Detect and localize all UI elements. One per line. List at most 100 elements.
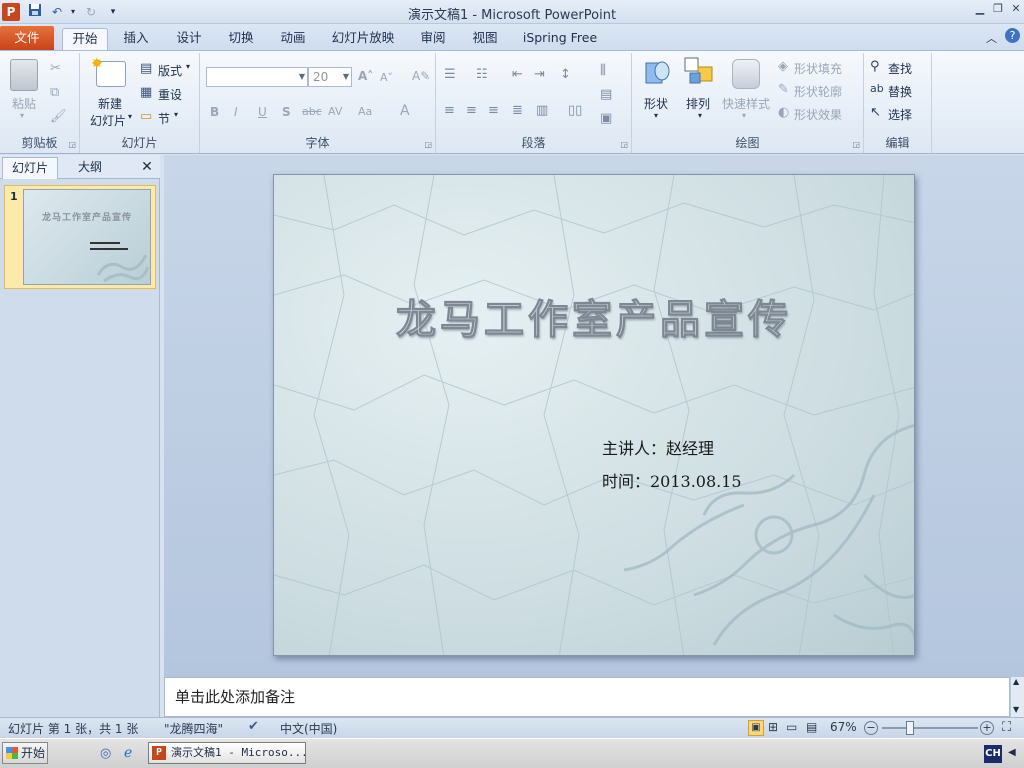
tab-transitions[interactable]: 切换 (220, 28, 262, 50)
align-text-icon[interactable]: ▤ (600, 87, 612, 102)
italic-button[interactable]: I (234, 105, 238, 119)
minimize-button[interactable]: ▁ (972, 2, 988, 18)
clear-formatting-icon[interactable]: A✎ (412, 69, 430, 83)
fit-to-window-icon[interactable]: ⛶ (1002, 720, 1011, 735)
slide-title[interactable]: 龙马工作室产品宣传 (274, 287, 914, 345)
tab-design[interactable]: 设计 (168, 28, 210, 50)
start-button[interactable]: 开始 (2, 742, 48, 764)
tray-expand-icon[interactable]: ◀ (1008, 747, 1016, 758)
font-name-combo[interactable]: ▼ (206, 67, 308, 87)
slide-canvas[interactable]: 龙马工作室产品宣传 主讲人：赵经理 时间：2013.08.15 (273, 174, 915, 656)
section-icon[interactable]: ▭ (140, 109, 152, 124)
ie-icon[interactable]: ℯ (124, 745, 132, 761)
slide-sorter-icon[interactable]: ⊞ (768, 720, 778, 734)
tab-outline-panel[interactable]: 大纲 (62, 157, 118, 179)
slide-count-status[interactable]: 幻灯片 第 1 张，共 1 张 (8, 720, 138, 737)
slide-thumbnail-item[interactable]: 1 龙马工作室产品宣传 (4, 185, 156, 289)
clipboard-launcher-icon[interactable]: ◲ (68, 140, 76, 149)
numbering-icon[interactable]: ☷ (476, 67, 488, 82)
columns-icon[interactable]: ▯▯ (568, 103, 582, 118)
paste-icon[interactable] (10, 59, 38, 91)
tab-review[interactable]: 审阅 (412, 28, 454, 50)
shape-outline-button[interactable]: 形状轮廓 (794, 83, 842, 100)
shape-effects-icon[interactable]: ◐ (778, 105, 789, 120)
zoom-level[interactable]: 67% (830, 720, 857, 734)
scroll-up-icon[interactable]: ▲ (1013, 677, 1019, 686)
close-panel-icon[interactable]: ✕ (138, 157, 156, 179)
change-case-button[interactable]: Aa (358, 105, 372, 118)
find-button[interactable]: 查找 (888, 60, 912, 77)
paste-dropdown-icon[interactable]: ▾ (20, 111, 24, 120)
theme-status[interactable]: "龙腾四海" (164, 720, 223, 737)
align-left-icon[interactable]: ≡ (444, 103, 455, 118)
language-status[interactable]: 中文(中国) (280, 720, 337, 737)
text-direction-icon[interactable]: ⫼ (600, 63, 606, 78)
paste-button[interactable]: 粘贴 (12, 95, 36, 112)
notes-pane[interactable]: 单击此处添加备注 (164, 677, 1010, 717)
zoom-out-icon[interactable]: − (864, 721, 878, 735)
decrease-indent-icon[interactable]: ⇤ (512, 67, 523, 82)
align-center-icon[interactable]: ≡ (466, 103, 477, 118)
find-icon[interactable]: ⚲ (870, 59, 880, 74)
grow-font-icon[interactable]: A˄ (358, 69, 373, 83)
quick-styles-button[interactable]: 快速样式 (722, 95, 770, 112)
format-painter-icon[interactable]: 🖌 (50, 109, 67, 124)
zoom-slider-track[interactable] (882, 727, 978, 729)
select-icon[interactable]: ↖ (870, 105, 881, 120)
distribute-icon[interactable]: ▥ (536, 103, 548, 118)
font-color-button[interactable]: A (400, 103, 410, 119)
align-right-icon[interactable]: ≡ (488, 103, 499, 118)
smartart-icon[interactable]: ▣ (600, 111, 612, 126)
new-slide-icon[interactable]: ✸ (91, 56, 126, 87)
tab-insert[interactable]: 插入 (116, 28, 156, 50)
quicklaunch-browser-icon[interactable]: ◎ (100, 746, 111, 761)
tab-slideshow[interactable]: 幻灯片放映 (326, 28, 400, 50)
drawing-launcher-icon[interactable]: ◲ (852, 140, 860, 149)
quick-styles-dropdown-icon[interactable]: ▾ (742, 111, 746, 120)
input-language-indicator[interactable]: CH (984, 745, 1002, 763)
tab-file[interactable]: 文件 (0, 26, 54, 50)
slide-thumbnail[interactable]: 龙马工作室产品宣传 (23, 189, 151, 285)
slideshow-view-icon[interactable]: ▤ (806, 720, 817, 734)
reset-icon[interactable]: ▦ (140, 85, 152, 100)
font-launcher-icon[interactable]: ◲ (424, 140, 432, 149)
quick-styles-icon[interactable] (732, 59, 760, 89)
section-dropdown-icon[interactable]: ▾ (174, 110, 178, 119)
line-spacing-icon[interactable]: ↕ (560, 67, 571, 82)
font-size-arrow-icon[interactable]: ▼ (343, 68, 349, 86)
underline-button[interactable]: U (258, 105, 267, 119)
tab-ispring[interactable]: iSpring Free (518, 28, 602, 50)
text-shadow-button[interactable]: S (282, 105, 291, 119)
reset-button[interactable]: 重设 (158, 86, 182, 103)
layout-button[interactable]: 版式 (158, 62, 182, 79)
new-slide-dropdown[interactable]: 幻灯片 (90, 112, 126, 129)
justify-icon[interactable]: ≣ (512, 103, 523, 118)
reading-view-icon[interactable]: ▭ (786, 720, 797, 734)
select-button[interactable]: 选择 (888, 106, 912, 123)
notes-scrollbar[interactable]: ▲ ▼ (1010, 677, 1024, 717)
new-slide-arrow-icon[interactable]: ▾ (128, 112, 132, 121)
tab-slides-panel[interactable]: 幻灯片 (2, 157, 58, 179)
arrange-button[interactable]: 排列 (686, 95, 710, 112)
close-button[interactable]: ✕ (1008, 2, 1024, 18)
date-text[interactable]: 时间：2013.08.15 (602, 468, 742, 492)
paragraph-launcher-icon[interactable]: ◲ (620, 140, 628, 149)
scroll-down-icon[interactable]: ▼ (1013, 705, 1019, 714)
normal-view-icon[interactable]: ▣ (748, 720, 764, 736)
font-size-combo[interactable]: 20 ▼ (308, 67, 352, 87)
help-icon[interactable]: ? (1005, 28, 1020, 43)
spellcheck-icon[interactable]: ✔ (248, 719, 259, 734)
shape-effects-button[interactable]: 形状效果 (794, 106, 842, 123)
char-spacing-button[interactable]: AV (328, 105, 342, 118)
replace-icon[interactable]: ab (870, 82, 884, 95)
strikethrough-button[interactable]: abc (302, 105, 322, 118)
tab-home[interactable]: 开始 (62, 28, 108, 50)
zoom-in-icon[interactable]: + (980, 721, 994, 735)
section-button[interactable]: 节 (158, 110, 170, 127)
copy-icon[interactable]: ⧉ (50, 85, 59, 100)
shapes-icon[interactable] (644, 59, 670, 87)
replace-button[interactable]: 替换 (888, 83, 912, 100)
font-name-arrow-icon[interactable]: ▼ (299, 68, 305, 86)
layout-icon[interactable]: ▤ (140, 61, 152, 76)
zoom-slider-thumb[interactable] (906, 721, 914, 735)
